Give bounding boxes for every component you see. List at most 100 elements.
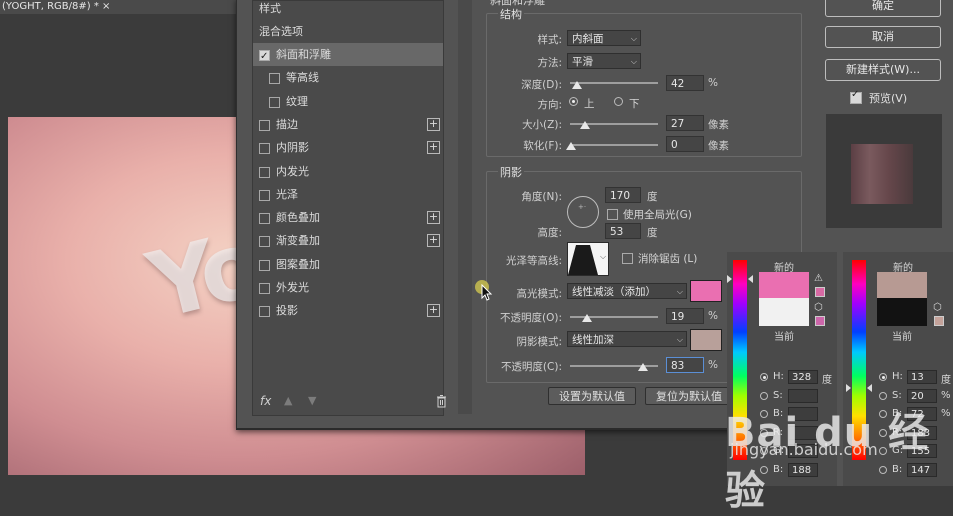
depth-slider-track[interactable] [570,82,658,84]
effect-item[interactable]: 外发光 [253,276,443,299]
color-mode-radio[interactable] [760,373,768,381]
effect-checkbox[interactable] [259,306,270,318]
trash-icon[interactable] [436,395,447,408]
direction-up-radio[interactable] [569,97,578,106]
add-effect-icon[interactable]: + [427,141,440,155]
altitude-label: 高度: [537,227,562,239]
current-color-swatch-2[interactable] [877,298,927,326]
effect-checkbox[interactable] [259,119,270,131]
web-swatch-1[interactable] [815,316,825,326]
styles-item[interactable]: 样式 [253,0,443,20]
effect-checkbox[interactable] [259,259,270,271]
web-cube-icon[interactable]: ⬡ [933,302,942,313]
highlight-opacity-input[interactable]: 19 [666,308,704,324]
new-style-button[interactable]: 新建样式(W)... [825,59,941,81]
color-mode-radio[interactable] [760,391,768,400]
hue-arrow-left-2[interactable] [846,384,851,392]
effect-item[interactable]: 等高线 [253,66,443,89]
effect-checkbox[interactable] [259,213,270,225]
effect-checkbox[interactable] [269,73,280,85]
soften-unit: 像素 [708,140,729,152]
preview-checkbox[interactable]: ✓ [850,89,862,104]
gloss-contour-picker[interactable]: ⌵ [567,242,609,276]
depth-input[interactable]: 42 [666,75,704,91]
effect-item[interactable]: 纹理 [253,90,443,113]
shadow-opacity-thumb[interactable] [638,363,648,371]
soften-slider-thumb[interactable] [566,142,576,150]
effect-item[interactable]: 图案叠加 [253,253,443,276]
antialias-checkbox[interactable] [622,253,633,264]
move-up-icon[interactable]: ▲ [284,394,292,407]
effect-item[interactable]: 内阴影 + [253,136,443,159]
angle-input[interactable]: 170 [605,187,641,203]
shadow-opacity-label: 不透明度(C): [500,361,562,373]
color-field-input[interactable]: 328 [788,370,818,384]
angle-dial-marker: +· [578,203,587,211]
add-effect-icon[interactable]: + [427,234,440,248]
warning-icon[interactable]: ⚠ [814,273,823,284]
technique-select[interactable]: 平滑 ⌵ [567,53,641,69]
effect-item[interactable]: 斜面和浮雕 [253,43,443,68]
highlight-color-swatch[interactable] [690,280,722,302]
angle-dial[interactable]: +· [567,196,599,228]
depth-slider-thumb[interactable] [572,81,582,89]
move-down-icon[interactable]: ▼ [308,394,316,407]
effect-checkbox[interactable] [259,45,270,68]
add-effect-icon[interactable]: + [427,117,440,131]
highlight-mode-select[interactable]: 线性减淡（添加） ⌵ [567,283,687,299]
add-effect-icon[interactable]: + [427,211,440,225]
current-color-label-1: 当前 [774,332,794,343]
color-field-label: S: [773,389,783,401]
effect-item[interactable]: 投影 + [253,299,443,322]
make-default-button[interactable]: 设置为默认值 [548,387,636,405]
effect-checkbox[interactable] [269,96,280,108]
hue-arrow-right-2[interactable] [867,384,872,392]
blend-options-label: 混合选项 [259,25,303,38]
shadow-mode-select[interactable]: 线性加深 ⌵ [567,331,687,347]
document-tab[interactable]: (YOGHT, RGB/8#) * × [0,0,254,14]
technique-label: 方法: [537,57,562,69]
global-light-checkbox[interactable] [607,209,618,220]
effect-item[interactable]: 渐变叠加 + [253,229,443,252]
effect-checkbox[interactable] [259,143,270,155]
style-select[interactable]: 内斜面 ⌵ [567,30,641,46]
size-input[interactable]: 27 [666,115,704,131]
current-color-swatch-1[interactable] [759,298,809,326]
effect-checkbox[interactable] [259,189,270,201]
color-mode-radio[interactable] [879,373,887,381]
effect-checkbox[interactable] [259,166,270,178]
color-mode-radio[interactable] [879,391,887,400]
shadow-color-swatch[interactable] [690,329,722,351]
highlight-opacity-thumb[interactable] [582,314,592,322]
effect-label: 纹理 [286,94,308,108]
direction-down-radio[interactable] [614,97,623,106]
color-field-input[interactable]: 13 [907,370,937,384]
effect-item[interactable]: 描边 + [253,113,443,136]
web-swatch-2[interactable] [934,316,944,326]
effect-item[interactable]: 内发光 [253,160,443,183]
effect-checkbox[interactable] [259,236,270,248]
ok-button[interactable]: 确定 [825,0,941,17]
cancel-button[interactable]: 取消 [825,26,941,48]
web-cube-icon[interactable]: ⬡ [814,302,823,313]
reset-default-button[interactable]: 复位为默认值 [645,387,733,405]
current-color-label-2: 当前 [892,332,912,343]
fx-menu-button[interactable]: fx [260,394,271,408]
hue-arrow-right-1[interactable] [748,275,753,283]
soften-slider-track[interactable] [570,144,658,146]
blend-options-item[interactable]: 混合选项 [253,20,443,43]
effect-label: 外发光 [276,281,309,294]
altitude-input[interactable]: 53 [605,223,641,239]
chevron-down-icon: ⌵ [630,34,637,43]
effect-checkbox[interactable] [259,283,270,294]
soften-input[interactable]: 0 [666,136,704,152]
effect-item[interactable]: 光泽 [253,183,443,206]
hue-arrow-left-1[interactable] [727,275,732,283]
add-effect-icon[interactable]: + [427,304,440,318]
style-select-value: 内斜面 [572,33,604,45]
gamut-swatch-1[interactable] [815,287,825,297]
size-slider-thumb[interactable] [580,121,590,129]
altitude-unit: 度 [647,227,658,239]
shadow-opacity-input[interactable]: 83 [666,357,704,373]
effect-item[interactable]: 颜色叠加 + [253,206,443,229]
